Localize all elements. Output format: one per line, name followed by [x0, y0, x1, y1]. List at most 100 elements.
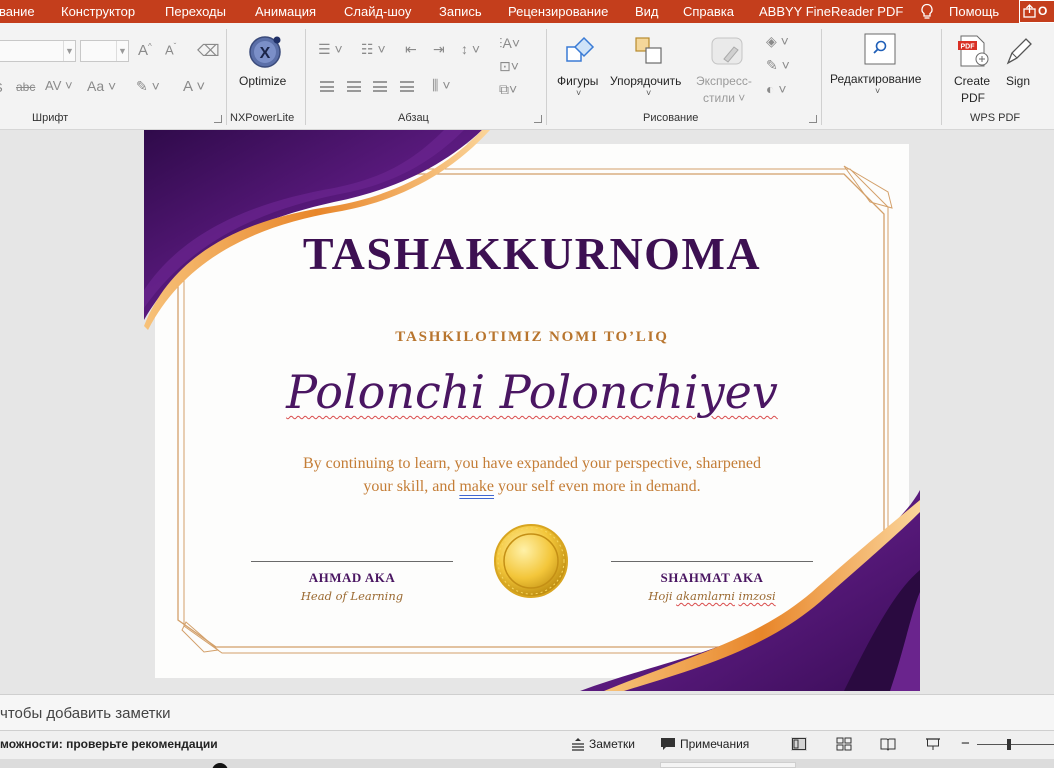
tab-design[interactable]: Конструктор: [61, 0, 135, 23]
notes-icon: [572, 738, 584, 751]
tab-view-partial[interactable]: вание: [0, 0, 35, 23]
chevron-down-icon: ▼: [116, 41, 128, 61]
align-text-icon[interactable]: ⊡˅: [499, 58, 519, 75]
reading-view-icon[interactable]: [880, 737, 896, 751]
create-pdf-label-1[interactable]: Create: [954, 74, 990, 88]
tab-animations[interactable]: Анимация: [255, 0, 316, 23]
tab-help[interactable]: Справка: [683, 0, 734, 23]
notes-pane[interactable]: чтобы добавить заметки: [0, 694, 1054, 731]
zoom-slider-track[interactable]: [977, 744, 1054, 745]
chevron-down-icon: ˅: [576, 88, 582, 98]
slide-sorter-icon[interactable]: [836, 737, 852, 751]
group-wps-pdf-label: WPS PDF: [970, 112, 1021, 124]
ribbon: ▼ ▼ A^ Aˇ ⌫ S abc AV ˅ Aa ˅ ✎ ˅ A ˅ Шриф…: [0, 23, 1054, 130]
svg-text:X: X: [260, 45, 271, 62]
signature-line-left: [251, 561, 453, 562]
signer-left-role[interactable]: Head of Learning: [251, 589, 453, 603]
taskbar-edge: [0, 759, 1054, 768]
notes-placeholder[interactable]: чтобы добавить заметки: [0, 705, 170, 722]
create-pdf-label-2[interactable]: PDF: [961, 91, 985, 105]
signer-right-role[interactable]: Hoji akamlarni imzosi: [611, 589, 813, 603]
recipient-name[interactable]: Polonchi Polonchiyev: [144, 365, 920, 419]
shapes-icon[interactable]: [563, 34, 599, 68]
tab-record[interactable]: Запись: [439, 0, 482, 23]
font-size-combo[interactable]: ▼: [80, 40, 129, 62]
clear-format-icon[interactable]: ⌫: [197, 41, 220, 61]
zoom-out-button[interactable]: −: [961, 735, 970, 752]
comments-icon: [661, 738, 675, 750]
editing-button[interactable]: Редактирование: [830, 72, 921, 86]
group-drawing-label: Рисование: [643, 112, 699, 124]
decrease-indent-icon[interactable]: ⇤: [405, 41, 417, 58]
create-pdf-icon[interactable]: PDF: [955, 34, 991, 68]
align-left-icon[interactable]: [320, 81, 334, 92]
signature-line-right: [611, 561, 813, 562]
grow-font-icon[interactable]: A^: [138, 42, 152, 59]
slideshow-icon[interactable]: [925, 737, 941, 751]
certificate-body[interactable]: By continuing to learn, you have expande…: [282, 452, 782, 498]
slide-canvas[interactable]: TASHAKKURNOMA TASHKILOTIMIZ NOMI TO’LIQ …: [144, 130, 920, 691]
columns-icon[interactable]: ⫼ ˅: [432, 77, 451, 94]
shrink-font-icon[interactable]: Aˇ: [165, 42, 176, 57]
chevron-down-icon: ▼: [63, 41, 75, 61]
align-center-icon[interactable]: [347, 81, 361, 92]
quick-styles-label-1[interactable]: Экспресс-: [696, 74, 752, 88]
tab-tell-me[interactable]: Помощь: [949, 0, 999, 23]
group-paragraph-label: Абзац: [398, 112, 429, 124]
change-case-icon[interactable]: Aa ˅: [87, 78, 116, 94]
format-partial-icon: S: [0, 80, 3, 95]
quick-styles-label-2[interactable]: стили ˅: [703, 91, 745, 105]
justify-icon[interactable]: [400, 81, 414, 92]
font-dialog-launcher[interactable]: [214, 115, 222, 123]
font-name-combo[interactable]: ▼: [0, 40, 76, 62]
text-direction-icon[interactable]: ⫶A˅: [499, 35, 520, 52]
shape-effects-icon[interactable]: ◐ ˅: [766, 81, 787, 97]
highlight-icon[interactable]: ✎ ˅: [136, 78, 160, 95]
arrange-icon[interactable]: [632, 34, 668, 68]
tab-review[interactable]: Рецензирование: [508, 0, 608, 23]
find-icon[interactable]: [863, 32, 897, 66]
numbering-icon[interactable]: ☷ ˅: [361, 41, 386, 58]
accessibility-status[interactable]: можности: проверьте рекомендации: [0, 737, 218, 751]
tab-transitions[interactable]: Переходы: [165, 0, 226, 23]
shapes-button[interactable]: Фигуры: [557, 74, 598, 88]
signer-left-name[interactable]: AHMAD AKA: [251, 570, 453, 586]
paragraph-dialog-launcher[interactable]: [534, 115, 542, 123]
comments-button[interactable]: Примечания: [680, 737, 749, 751]
group-font-label: Шрифт: [32, 112, 69, 124]
sign-icon[interactable]: [1003, 34, 1039, 68]
share-icon: [1023, 4, 1036, 18]
share-button[interactable]: О: [1019, 0, 1054, 23]
optimize-button[interactable]: Optimize: [239, 74, 286, 88]
lightbulb-icon[interactable]: [919, 3, 935, 20]
char-spacing-icon[interactable]: AV ˅: [45, 78, 73, 93]
normal-view-icon[interactable]: [791, 737, 807, 751]
shape-fill-icon[interactable]: ◈ ˅: [766, 33, 789, 50]
tab-abbyy[interactable]: ABBYY FineReader PDF: [759, 0, 903, 23]
optimize-icon[interactable]: X: [247, 34, 283, 70]
quick-styles-icon[interactable]: [708, 35, 748, 69]
zoom-slider-thumb[interactable]: [1007, 739, 1011, 750]
font-color-icon[interactable]: A ˅: [183, 78, 205, 95]
status-bar: можности: проверьте рекомендации Заметки…: [0, 731, 1054, 759]
sign-button[interactable]: Sign: [1006, 74, 1030, 88]
organization-name[interactable]: TASHKILOTIMIZ NOMI TO’LIQ: [144, 329, 920, 346]
certificate-title[interactable]: TASHAKKURNOMA: [144, 227, 920, 280]
bullets-icon[interactable]: ☰ ˅: [318, 41, 343, 58]
align-right-icon[interactable]: [373, 81, 387, 92]
notes-button[interactable]: Заметки: [589, 737, 635, 751]
tab-view[interactable]: Вид: [635, 0, 659, 23]
signer-right-name[interactable]: SHAHMAT AKA: [611, 570, 813, 586]
line-spacing-icon[interactable]: ↕ ˅: [461, 41, 480, 57]
increase-indent-icon[interactable]: ⇥: [433, 41, 445, 58]
svg-text:PDF: PDF: [961, 44, 976, 51]
shape-outline-icon[interactable]: ✎ ˅: [766, 57, 790, 74]
drawing-dialog-launcher[interactable]: [809, 115, 817, 123]
tab-slideshow[interactable]: Слайд-шоу: [344, 0, 411, 23]
group-nxpowerlite-label: NXPowerLite: [230, 112, 295, 124]
strikethrough-icon[interactable]: abc: [16, 80, 35, 94]
chevron-down-icon: ˅: [646, 88, 652, 98]
taskbar-item[interactable]: [660, 762, 796, 768]
smartart-icon[interactable]: ⧉˅: [499, 81, 517, 98]
arrange-button[interactable]: Упорядочить: [610, 74, 681, 88]
